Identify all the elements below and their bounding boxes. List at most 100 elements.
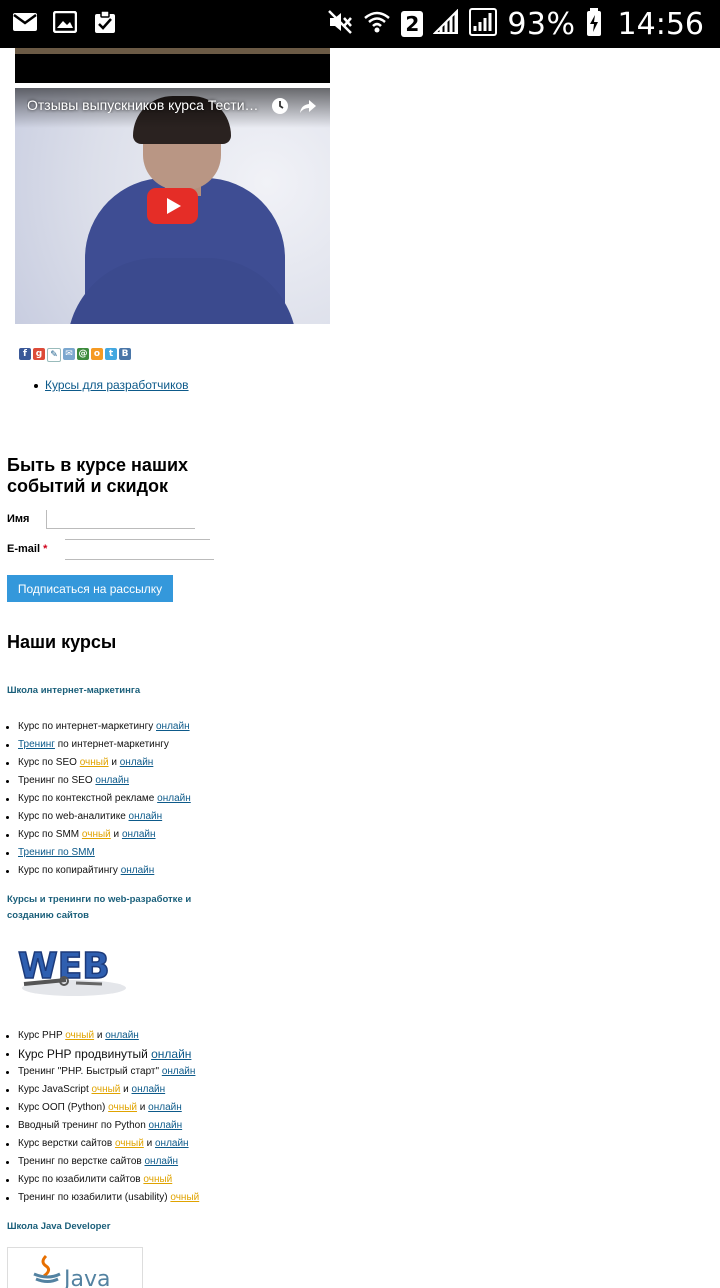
- vk-icon[interactable]: B: [119, 348, 131, 360]
- course-label: Тренинг "PHP. Быстрый старт": [18, 1066, 162, 1077]
- livejournal-icon[interactable]: ✎: [47, 348, 61, 362]
- course-list-item: Тренинг по SEO онлайн: [0, 772, 260, 790]
- course-label: и: [108, 757, 120, 768]
- mail-icon: [12, 10, 38, 34]
- share-buttons: f g ✎ ✉ @ o t B: [19, 348, 131, 362]
- course-label: Курс PHP: [18, 1030, 66, 1041]
- course-label: Курс JavaScript: [18, 1084, 92, 1095]
- course-offline-link[interactable]: очный: [92, 1084, 121, 1095]
- courses-title: Наши курсы: [7, 632, 117, 652]
- course-online-link[interactable]: онлайн: [156, 721, 190, 732]
- course-label: Курс по юзабилити сайтов: [18, 1174, 144, 1185]
- course-offline-link[interactable]: очный: [65, 1030, 94, 1041]
- course-list-item: Курс верстки сайтов очный и онлайн: [0, 1135, 260, 1153]
- course-list-item: Курс PHP очный и онлайн: [0, 1027, 260, 1045]
- clipboard-check-icon: [92, 10, 118, 34]
- course-label: Курс по SEO: [18, 757, 80, 768]
- course-list-item: Курс по контекстной рекламе онлайн: [0, 790, 260, 808]
- course-online-link[interactable]: Тренинг: [18, 739, 55, 750]
- video-embed[interactable]: Отзывы выпускников курса Тестир...: [15, 88, 330, 324]
- course-label: Курс по копирайтингу: [18, 865, 121, 876]
- course-online-link[interactable]: онлайн: [121, 865, 155, 876]
- course-online-link[interactable]: онлайн: [157, 793, 191, 804]
- course-label: Курс по интернет-маркетингу: [18, 721, 156, 732]
- course-offline-link[interactable]: очный: [80, 757, 109, 768]
- signal-box-icon: [469, 7, 498, 41]
- course-label: и: [137, 1102, 149, 1113]
- course-label: Курс по контекстной рекламе: [18, 793, 158, 804]
- course-online-link[interactable]: онлайн: [105, 1030, 139, 1041]
- play-button-icon[interactable]: [147, 188, 198, 224]
- course-label: и: [143, 1138, 155, 1149]
- course-label: Курс ООП (Python): [18, 1102, 109, 1113]
- signal-icon: [432, 8, 459, 40]
- notification-icons: [12, 10, 118, 34]
- course-offline-link[interactable]: очный: [170, 1192, 199, 1203]
- google-plus-icon[interactable]: g: [33, 348, 45, 360]
- course-list-web: Курс PHP очный и онлайн Курс PHP продвину…: [0, 1027, 260, 1207]
- course-list-item: Курс по SMM очный и онлайн: [0, 826, 260, 844]
- course-label: и: [120, 1084, 132, 1095]
- name-label: Имя: [7, 513, 30, 525]
- email-label: E-mail *: [7, 543, 48, 555]
- course-offline-link[interactable]: очный: [143, 1174, 172, 1185]
- twitter-icon[interactable]: t: [105, 348, 117, 360]
- course-list-item: Тренинг по верстке сайтов онлайн: [0, 1153, 260, 1171]
- course-label: Курс по web-аналитике: [18, 811, 129, 822]
- course-list-item: Курс по web-аналитике онлайн: [0, 808, 260, 826]
- course-list-item: Курс по копирайтингу онлайн: [0, 862, 260, 880]
- video-embed-previous[interactable]: [15, 48, 330, 83]
- course-online-link[interactable]: онлайн: [120, 757, 154, 768]
- course-list-item: Курс по SEO очный и онлайн: [0, 754, 260, 772]
- dev-courses-link[interactable]: Курсы для разработчиков: [45, 378, 189, 392]
- course-online-link[interactable]: онлайн: [122, 829, 156, 840]
- newsletter-title: Быть в курсе наших событий и скидок: [7, 455, 189, 496]
- course-list-item: Тренинг "PHP. Быстрый старт" онлайн: [0, 1063, 260, 1081]
- odnoklassniki-alt-icon[interactable]: ✉: [63, 348, 75, 360]
- share-icon[interactable]: [299, 97, 317, 115]
- course-offline-link[interactable]: очный: [82, 829, 111, 840]
- course-label: Вводный тренинг по Python: [18, 1120, 149, 1131]
- course-label: Курс верстки сайтов: [18, 1138, 115, 1149]
- course-online-link[interactable]: онлайн: [162, 1066, 196, 1077]
- course-list-item: Курс JavaScript очный и онлайн: [0, 1081, 260, 1099]
- course-label: по интернет-маркетингу: [54, 739, 169, 750]
- course-online-link[interactable]: Тренинг по SMM: [18, 847, 95, 858]
- course-online-link[interactable]: онлайн: [129, 811, 163, 822]
- battery-percent: 93%: [507, 6, 576, 42]
- course-list-item: Курс ООП (Python) очный и онлайн: [0, 1099, 260, 1117]
- course-list-item: Тренинг по юзабилити (usability) очный: [0, 1189, 260, 1207]
- course-list-item: Курс по юзабилити сайтов очный: [0, 1171, 260, 1189]
- facebook-icon[interactable]: f: [19, 348, 31, 360]
- mute-icon: [327, 9, 353, 40]
- course-online-link[interactable]: онлайн: [149, 1120, 183, 1131]
- course-online-link[interactable]: онлайн: [95, 775, 129, 786]
- course-offline-link[interactable]: очный: [115, 1138, 144, 1149]
- course-online-link[interactable]: онлайн: [132, 1084, 166, 1095]
- course-label: и: [110, 829, 122, 840]
- java-logo: Java: [7, 1247, 143, 1288]
- subscribe-button[interactable]: Подписаться на рассылку: [7, 575, 173, 602]
- section-heading-java: Школа Java Developer: [7, 1221, 111, 1232]
- email-field[interactable]: [65, 541, 214, 560]
- course-label: Тренинг по SEO: [18, 775, 96, 786]
- course-offline-link[interactable]: очный: [108, 1102, 137, 1113]
- course-list-item: Вводный тренинг по Python онлайн: [0, 1117, 260, 1135]
- video-title[interactable]: Отзывы выпускников курса Тестир...: [27, 97, 263, 113]
- watch-later-icon[interactable]: [271, 97, 289, 115]
- section-heading-marketing: Школа интернет-маркетинга: [7, 685, 141, 696]
- name-field[interactable]: [46, 510, 195, 529]
- mailru-icon[interactable]: @: [77, 348, 89, 360]
- status-bar: 2 93% 14:56: [0, 0, 720, 48]
- course-list-item: Тренинг по интернет-маркетингу: [0, 736, 260, 754]
- odnoklassniki-icon[interactable]: o: [91, 348, 103, 360]
- image-icon: [52, 10, 78, 34]
- course-online-link[interactable]: онлайн: [151, 1047, 191, 1061]
- course-list-marketing: Курс по интернет-маркетингу онлайн Тренин…: [0, 718, 260, 880]
- course-label: и: [94, 1030, 106, 1041]
- course-online-link[interactable]: онлайн: [155, 1138, 189, 1149]
- sim-icon: 2: [401, 11, 424, 37]
- course-online-link[interactable]: онлайн: [144, 1156, 178, 1167]
- course-list-item: Курс PHP продвинутый онлайн: [0, 1045, 260, 1063]
- course-online-link[interactable]: онлайн: [148, 1102, 182, 1113]
